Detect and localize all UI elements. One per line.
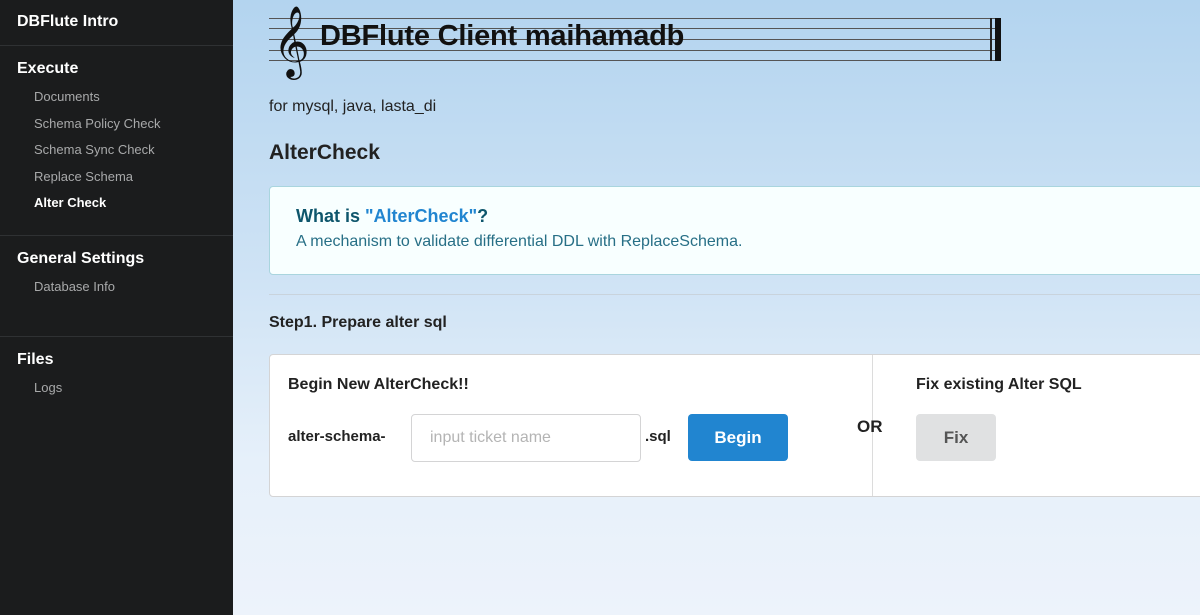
client-subtitle: for mysql, java, lasta_di bbox=[269, 98, 437, 115]
begin-button[interactable]: Begin bbox=[688, 414, 788, 461]
sidebar-item-schema-sync-check[interactable]: Schema Sync Check bbox=[0, 137, 233, 164]
staff-line bbox=[269, 60, 996, 61]
music-staff-title: 𝄞 DBFlute Client maihamadb bbox=[269, 0, 1002, 80]
barline-thick bbox=[995, 18, 1001, 61]
fix-button[interactable]: Fix bbox=[916, 414, 996, 461]
sidebar-item-logs[interactable]: Logs bbox=[0, 375, 233, 402]
barline-thin bbox=[990, 18, 992, 61]
sidebar-header-execute: Execute bbox=[17, 60, 79, 77]
ticket-name-input[interactable] bbox=[411, 414, 641, 462]
sidebar-header-files: Files bbox=[17, 351, 54, 368]
app-title: DBFlute Client maihamadb bbox=[320, 20, 685, 52]
page-title: AlterCheck bbox=[269, 141, 380, 164]
alter-schema-prefix-label: alter-schema- bbox=[288, 428, 386, 445]
sidebar-section-execute: Execute Documents Schema Policy Check Sc… bbox=[0, 46, 233, 236]
info-title: What is "AlterCheck"? bbox=[296, 206, 1200, 227]
sidebar-section-files: Files Logs bbox=[0, 337, 233, 402]
or-label: OR bbox=[857, 417, 883, 436]
begin-new-altercheck-title: Begin New AlterCheck!! bbox=[288, 376, 469, 393]
sidebar: DBFlute Intro Execute Documents Schema P… bbox=[0, 0, 233, 615]
fix-existing-alter-sql-title: Fix existing Alter SQL bbox=[916, 376, 1082, 393]
sidebar-item-schema-policy-check[interactable]: Schema Policy Check bbox=[0, 111, 233, 138]
sidebar-item-alter-check[interactable]: Alter Check bbox=[0, 190, 233, 217]
section-divider bbox=[269, 294, 1200, 295]
info-title-prefix: What is bbox=[296, 206, 366, 226]
main-content: 𝄞 DBFlute Client maihamadb for mysql, ja… bbox=[269, 0, 1200, 615]
step1-panel: Begin New AlterCheck!! alter-schema- .sq… bbox=[269, 354, 1200, 497]
sidebar-section-general-settings: General Settings Database Info bbox=[0, 236, 233, 337]
sql-suffix-label: .sql bbox=[645, 428, 671, 445]
info-title-suffix: ? bbox=[477, 206, 489, 226]
step1-heading: Step1. Prepare alter sql bbox=[269, 314, 447, 331]
info-message: What is "AlterCheck"? A mechanism to val… bbox=[269, 186, 1200, 275]
treble-clef-icon: 𝄞 bbox=[273, 4, 310, 77]
sidebar-item-replace-schema[interactable]: Replace Schema bbox=[0, 164, 233, 191]
sidebar-item-database-info[interactable]: Database Info bbox=[0, 274, 233, 301]
info-description: A mechanism to validate differential DDL… bbox=[296, 233, 743, 250]
sidebar-item-documents[interactable]: Documents bbox=[0, 84, 233, 111]
sidebar-header-general-settings: General Settings bbox=[17, 250, 145, 267]
staff-line bbox=[269, 18, 996, 19]
sidebar-brand-link[interactable]: DBFlute Intro bbox=[0, 0, 233, 46]
info-title-highlight: "AlterCheck" bbox=[365, 206, 478, 226]
